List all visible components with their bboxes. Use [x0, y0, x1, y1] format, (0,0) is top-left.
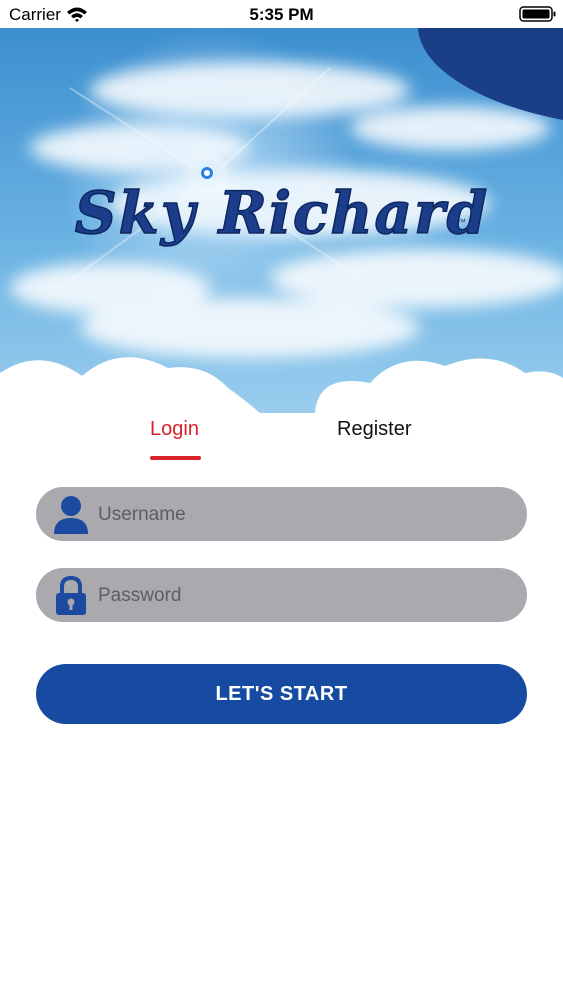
auth-tabs: Login Register	[0, 412, 563, 462]
tab-register[interactable]: Register	[329, 412, 419, 447]
logo-text: Sky Richard	[75, 179, 489, 247]
password-input[interactable]	[96, 568, 510, 624]
active-tab-indicator	[150, 456, 201, 460]
lock-icon	[56, 575, 86, 615]
status-bar: Carrier 5:35 PM	[0, 0, 563, 28]
username-field	[36, 487, 527, 543]
password-field	[36, 568, 527, 624]
status-time: 5:35 PM	[249, 5, 314, 24]
username-input[interactable]	[96, 487, 510, 543]
battery-icon	[519, 6, 556, 22]
tab-login[interactable]: Login	[142, 412, 207, 447]
sky-banner: Sky Richard ™	[0, 28, 563, 428]
user-icon	[54, 496, 88, 534]
lets-start-button[interactable]: LET'S START	[36, 664, 527, 724]
sky-richard-logo: Sky Richard ™	[74, 149, 489, 248]
logo-trademark: ™	[457, 217, 466, 227]
